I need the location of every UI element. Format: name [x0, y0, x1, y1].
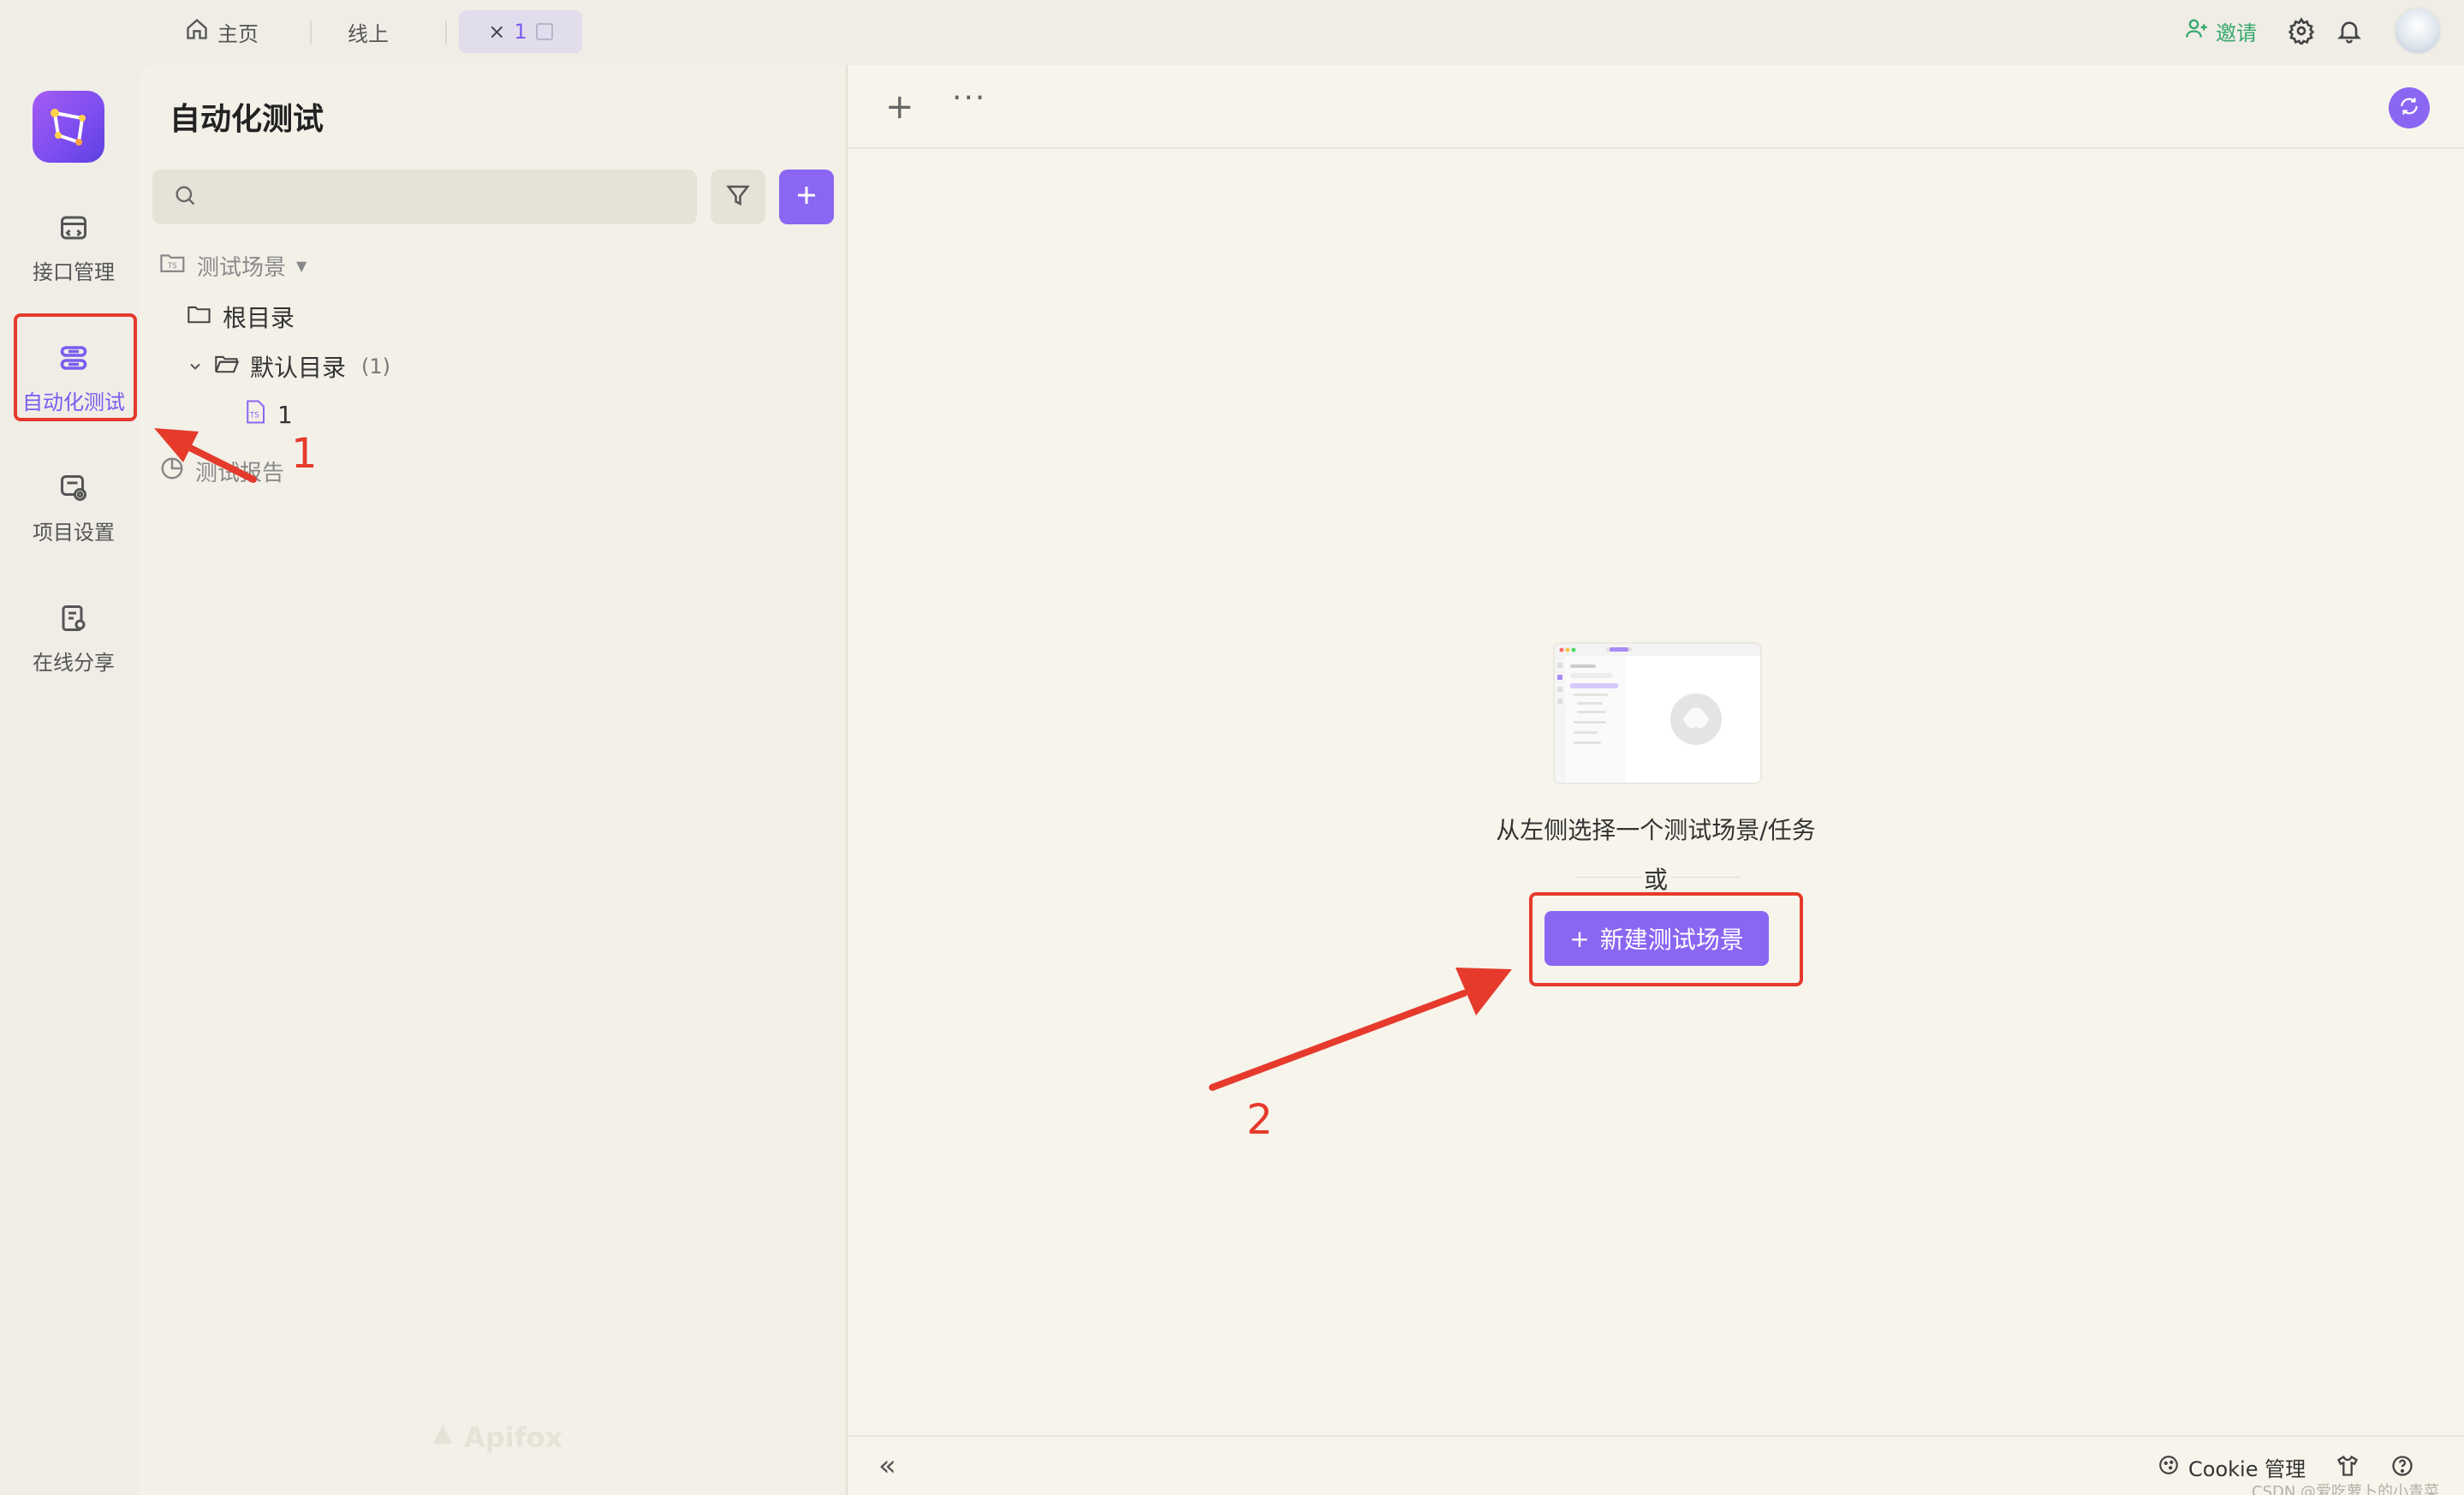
caret-down-icon[interactable]: ▼: [296, 258, 307, 274]
chevron-down-icon[interactable]: [187, 353, 204, 381]
tab-separator: [445, 21, 447, 45]
main-toolbar: + ···: [848, 65, 2464, 149]
rail-item-label: 接口管理: [33, 259, 115, 284]
invite-label: 邀请: [2216, 21, 2257, 45]
tree-item-scenario[interactable]: TS 1: [243, 399, 293, 431]
shirt-icon[interactable]: [2334, 1452, 2361, 1480]
search-icon: [173, 183, 197, 211]
pie-chart-icon: [159, 456, 185, 487]
tree-section-test-scenarios[interactable]: TS 测试场景 ▼: [159, 250, 307, 282]
more-button[interactable]: ···: [952, 80, 986, 116]
tab-separator: [310, 21, 312, 45]
gear-icon[interactable]: [2284, 14, 2318, 48]
search-box[interactable]: [152, 170, 697, 224]
share-icon: [55, 601, 92, 635]
tree-item-default-folder[interactable]: 默认目录 (1): [187, 349, 390, 384]
annotation-box-1: [14, 313, 137, 421]
tab-home[interactable]: 主页: [171, 10, 272, 53]
apifox-watermark: Apifox: [428, 1420, 562, 1456]
new-tab-button[interactable]: +: [885, 87, 914, 127]
filter-button[interactable]: [711, 170, 765, 224]
bell-icon[interactable]: [2332, 14, 2366, 48]
apifox-logo-icon: [428, 1420, 457, 1456]
project-settings-icon: [55, 471, 92, 505]
plus-icon: [794, 182, 819, 211]
or-text: 或: [1643, 866, 1668, 894]
folder-open-icon: [214, 353, 240, 381]
app-logo[interactable]: [33, 91, 104, 163]
cookie-management-button[interactable]: Cookie 管理: [2157, 1452, 2306, 1482]
scenario-folder-icon: TS: [159, 251, 187, 281]
folder-icon: [187, 303, 212, 331]
search-input[interactable]: [209, 185, 688, 209]
tree-item-count: (1): [361, 354, 391, 378]
annotation-number-1: 1: [291, 430, 318, 478]
sync-icon: [2398, 95, 2420, 121]
empty-state-illustration: [1553, 642, 1762, 784]
tree-item-root[interactable]: 根目录: [187, 300, 295, 334]
page-title: 自动化测试: [170, 102, 324, 137]
cookie-label: Cookie 管理: [2188, 1457, 2306, 1481]
rail-item-project-settings[interactable]: 项目设置: [12, 454, 135, 562]
sync-button[interactable]: [2389, 87, 2430, 128]
rail-item-online-share[interactable]: 在线分享: [12, 584, 135, 692]
tree-section-label: 测试报告: [195, 461, 285, 486]
rail-item-label: 项目设置: [33, 520, 115, 545]
tree-section-label: 测试场景: [197, 255, 287, 281]
external-window-icon[interactable]: [535, 23, 553, 40]
test-scenario-icon: TS: [243, 399, 267, 431]
empty-state-message: 从左侧选择一个测试场景/任务: [1496, 816, 1816, 844]
sidebar-panel: 自动化测试 TS 测试场景 ▼ 根目录 默认目录 (1) TS 1 测试报告 A…: [139, 65, 848, 1495]
home-icon: [185, 17, 209, 46]
tree-item-label: 1: [277, 401, 293, 429]
svg-text:TS: TS: [249, 411, 259, 420]
help-icon[interactable]: [2389, 1452, 2416, 1480]
tab-scenario-1[interactable]: × 1: [459, 10, 582, 53]
api-icon: [55, 211, 92, 245]
cookie-icon: [2157, 1454, 2180, 1481]
rail-item-label: 在线分享: [33, 650, 115, 675]
bottom-bar: « Cookie 管理 CSDN @爱吃萝卜的小青菜: [848, 1435, 2464, 1495]
filter-icon: [725, 182, 751, 211]
left-rail: 接口管理 自动化测试 项目设置 在线分享: [0, 65, 139, 1495]
collapse-sidebar-button[interactable]: «: [878, 1449, 896, 1483]
top-bar: 主页 线上 × 1 邀请: [0, 0, 2464, 65]
invite-button[interactable]: 邀请: [2185, 14, 2257, 48]
rail-item-api-management[interactable]: 接口管理: [12, 194, 135, 301]
tree-item-label: 默认目录: [250, 354, 347, 382]
add-button[interactable]: [779, 170, 834, 224]
tab-online-label: 线上: [348, 21, 389, 46]
annotation-number-2: 2: [1247, 1096, 1273, 1144]
main-content: + ··· 从左侧选择一个测试场景/任务 或 + 新建测试场景 « Cookie…: [848, 65, 2464, 1495]
tree-item-label: 根目录: [223, 304, 295, 332]
user-plus-icon: [2185, 16, 2209, 45]
annotation-box-2: [1529, 892, 1803, 986]
tab-online[interactable]: 线上: [334, 10, 402, 53]
close-tab-icon[interactable]: ×: [488, 20, 505, 44]
tree-section-test-report[interactable]: 测试报告: [159, 456, 284, 487]
tab-scenario-1-label: 1: [514, 20, 527, 44]
csdn-watermark: CSDN @爱吃萝卜的小青菜: [2252, 1483, 2440, 1495]
svg-text:TS: TS: [167, 262, 177, 271]
tab-home-label: 主页: [217, 21, 259, 46]
avatar[interactable]: [2394, 7, 2442, 55]
